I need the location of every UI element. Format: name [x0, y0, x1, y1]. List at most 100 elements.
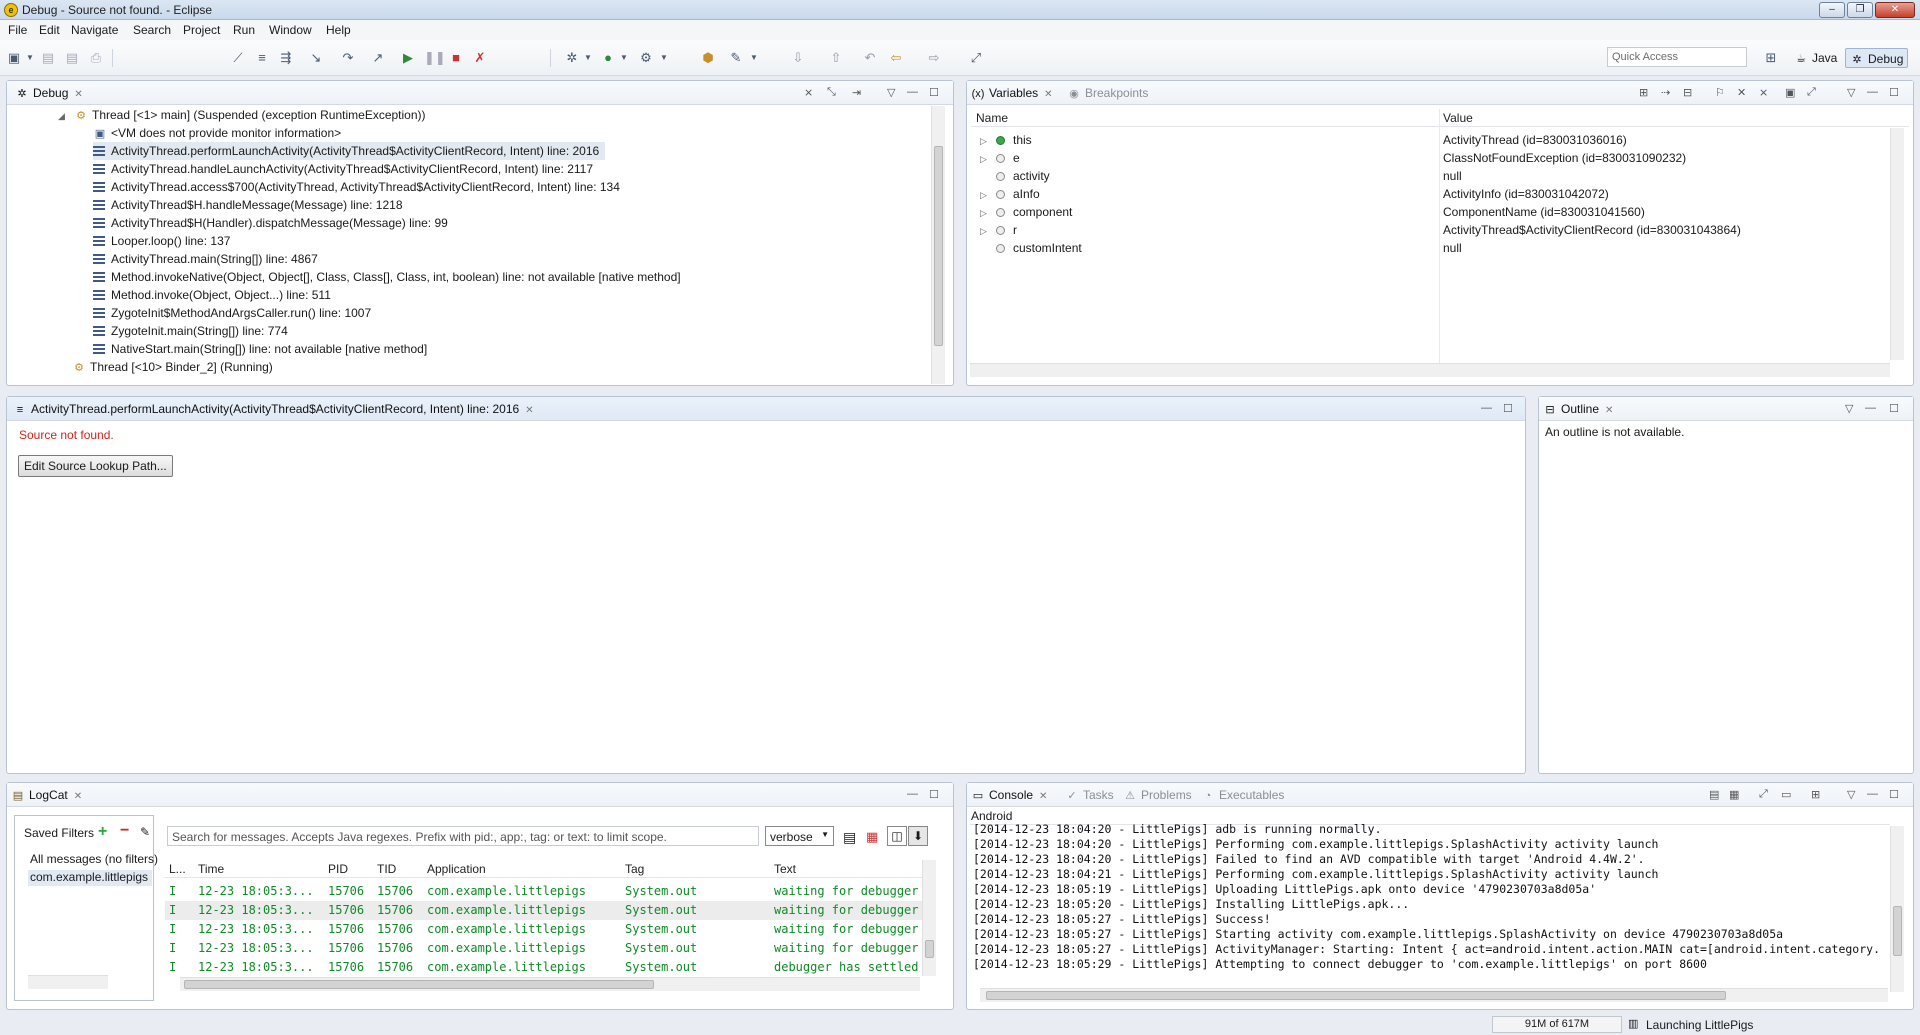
menu-window[interactable]: Window [269, 23, 312, 37]
tab-executables[interactable]: ◔ Executables [1201, 788, 1285, 802]
variable-row[interactable]: ▷ r [980, 221, 1017, 239]
edit-source-lookup-button[interactable]: Edit Source Lookup Path... [18, 455, 173, 477]
expanded-icon[interactable]: ◢ [58, 107, 68, 125]
close-icon[interactable]: ✕ [74, 89, 82, 100]
disconnect-icon[interactable]: ✗ [472, 50, 488, 66]
next-annotation-icon[interactable]: ⇩ [790, 50, 806, 66]
pin-icon[interactable]: ⤢ [1807, 86, 1816, 99]
log-level-select[interactable]: verbose ▼ [765, 826, 834, 846]
column-time[interactable]: Time [198, 862, 224, 876]
minimize-view-icon[interactable]: — [1867, 86, 1878, 98]
new-icon[interactable]: ▣ [6, 50, 22, 66]
open-perspective-icon[interactable]: ⊞ [1763, 50, 1779, 66]
menu-file[interactable]: File [8, 23, 27, 37]
toggle-columns-icon[interactable]: ◫ [887, 826, 907, 846]
pin-console-icon[interactable]: ⤢ [1759, 788, 1768, 801]
collapsed-icon[interactable]: ▷ [980, 132, 990, 150]
collapsed-icon[interactable]: ▷ [980, 222, 990, 240]
menu-help[interactable]: Help [326, 23, 351, 37]
step-into-icon[interactable]: ↘ [308, 50, 324, 66]
suspend-icon[interactable]: ❚❚ [424, 50, 446, 66]
chevron-down-icon[interactable]: ▼ [22, 50, 38, 66]
new-watch-icon[interactable]: ⚐ [1715, 86, 1725, 99]
thread-main[interactable]: ◢ ⚙ Thread [<1> main] (Suspended (exceptio… [58, 106, 426, 124]
collapsed-icon[interactable]: ▷ [980, 150, 990, 168]
quick-access-input[interactable]: Quick Access [1607, 47, 1747, 67]
stack-frame[interactable]: Method.invoke(Object, Object...) line: 5… [93, 286, 331, 304]
stack-frame[interactable]: Method.invokeNative(Object, Object[], Cl… [93, 268, 681, 286]
save-all-icon[interactable]: ▤ [64, 50, 80, 66]
stack-frame[interactable]: Looper.loop() line: 137 [93, 232, 230, 250]
stack-frame[interactable]: ActivityThread.main(String[]) line: 4867 [93, 250, 318, 268]
minimize-view-icon[interactable]: — [907, 788, 918, 800]
table-row[interactable]: I 12-23 18:05:3... 15706 15706 com.example.l… [165, 901, 927, 920]
run-icon[interactable]: ● [600, 50, 616, 66]
filter-all-messages[interactable]: All messages (no filters) [30, 852, 158, 866]
perspective-debug[interactable]: ✲ Debug [1845, 48, 1909, 68]
edit-filter-icon[interactable]: ✎ [140, 825, 150, 839]
menu-run[interactable]: Run [233, 23, 255, 37]
close-icon[interactable]: ✕ [1605, 405, 1613, 416]
external-tools-icon[interactable]: ⚙ [638, 50, 654, 66]
chevron-down-icon[interactable]: ▼ [656, 50, 672, 66]
stack-frame[interactable]: ActivityThread.access$700(ActivityThread… [93, 178, 620, 196]
layout-icon[interactable]: ▣ [1785, 86, 1795, 99]
step-return-icon[interactable]: ↗ [370, 50, 386, 66]
remove-terminated-icon[interactable]: ⨯ [804, 86, 813, 99]
column-tid[interactable]: TID [377, 862, 396, 876]
maximize-view-icon[interactable]: ☐ [1503, 402, 1513, 415]
heap-status[interactable]: 91M of 617M [1492, 1016, 1622, 1033]
show-logical-structure-icon[interactable]: ⇢ [1661, 86, 1670, 99]
collapse-icon[interactable]: ⇥ [852, 86, 861, 99]
close-icon[interactable]: ✕ [525, 405, 533, 416]
maximize-view-icon[interactable]: ☐ [1889, 402, 1899, 415]
tab-variables[interactable]: (x) Variables ✕ [971, 86, 1053, 100]
variables-scrollbar[interactable] [1890, 128, 1904, 360]
filters-hscrollbar[interactable] [28, 975, 108, 989]
collapsed-icon[interactable]: ▷ [980, 204, 990, 222]
menu-navigate[interactable]: Navigate [71, 23, 118, 37]
tab-breakpoints[interactable]: ◉ Breakpoints [1067, 86, 1148, 100]
column-tag[interactable]: Tag [625, 862, 644, 876]
background-job-status[interactable]: Launching LittlePigs [1646, 1018, 1753, 1032]
table-row[interactable]: I 12-23 18:05:3... 15706 15706 com.example.l… [165, 882, 927, 901]
view-menu-icon[interactable]: ▽ [1847, 788, 1855, 801]
step-over-icon[interactable]: ↷ [340, 50, 356, 66]
menu-project[interactable]: Project [183, 23, 220, 37]
pin-editor-icon[interactable]: ⤢ [968, 50, 984, 66]
display-console-icon[interactable]: ▭ [1781, 788, 1791, 801]
add-filter-icon[interactable]: + [98, 823, 107, 841]
column-name[interactable]: Name [976, 111, 1008, 125]
close-icon[interactable]: ✕ [1044, 89, 1052, 100]
column-application[interactable]: Application [427, 862, 486, 876]
clear-log-icon[interactable]: ▦ [866, 829, 878, 845]
skip-breakpoints-icon[interactable]: ⟋ [230, 50, 246, 66]
previous-annotation-icon[interactable]: ⇧ [828, 50, 844, 66]
stack-frame[interactable]: ZygoteInit.main(String[]) line: 774 [93, 322, 288, 340]
stack-frame[interactable]: ActivityThread$H(Handler).dispatchMessag… [93, 214, 448, 232]
stack-frame[interactable]: ActivityThread$H.handleMessage(Message) … [93, 196, 403, 214]
stack-frame[interactable]: ActivityThread.performLaunchActivity(Act… [93, 142, 605, 160]
chevron-down-icon[interactable]: ▼ [580, 50, 596, 66]
restore-button[interactable]: ❐ [1847, 2, 1873, 18]
open-console-icon[interactable]: ⊞ [1811, 788, 1820, 801]
progress-icon[interactable]: ▥ [1628, 1017, 1638, 1030]
variable-row[interactable]: activity [996, 167, 1050, 185]
terminate-icon[interactable]: ■ [448, 50, 464, 66]
console-hscrollbar[interactable] [980, 988, 1888, 1002]
column-pid[interactable]: PID [328, 862, 348, 876]
variable-row[interactable]: ▷ component [980, 203, 1072, 221]
minimize-view-icon[interactable]: — [907, 86, 918, 98]
perspective-java[interactable]: ☕ Java [1790, 48, 1841, 68]
scroll-lock-icon[interactable]: ⬇ [908, 826, 928, 846]
tab-editor[interactable]: ≡ ActivityThread.performLaunchActivity(Ac… [13, 402, 534, 416]
variables-hscrollbar[interactable] [970, 363, 1890, 377]
debug-scrollbar[interactable] [931, 106, 945, 384]
connect-icon[interactable]: ⤡ [827, 86, 836, 99]
back-icon[interactable]: ⇦ [888, 50, 904, 66]
view-menu-icon[interactable]: ▽ [1847, 86, 1855, 99]
tab-console[interactable]: ▭ Console ✕ [971, 788, 1048, 802]
menu-search[interactable]: Search [133, 23, 171, 37]
close-icon[interactable]: ✕ [74, 791, 82, 802]
save-log-icon[interactable]: ▤ [843, 829, 856, 846]
